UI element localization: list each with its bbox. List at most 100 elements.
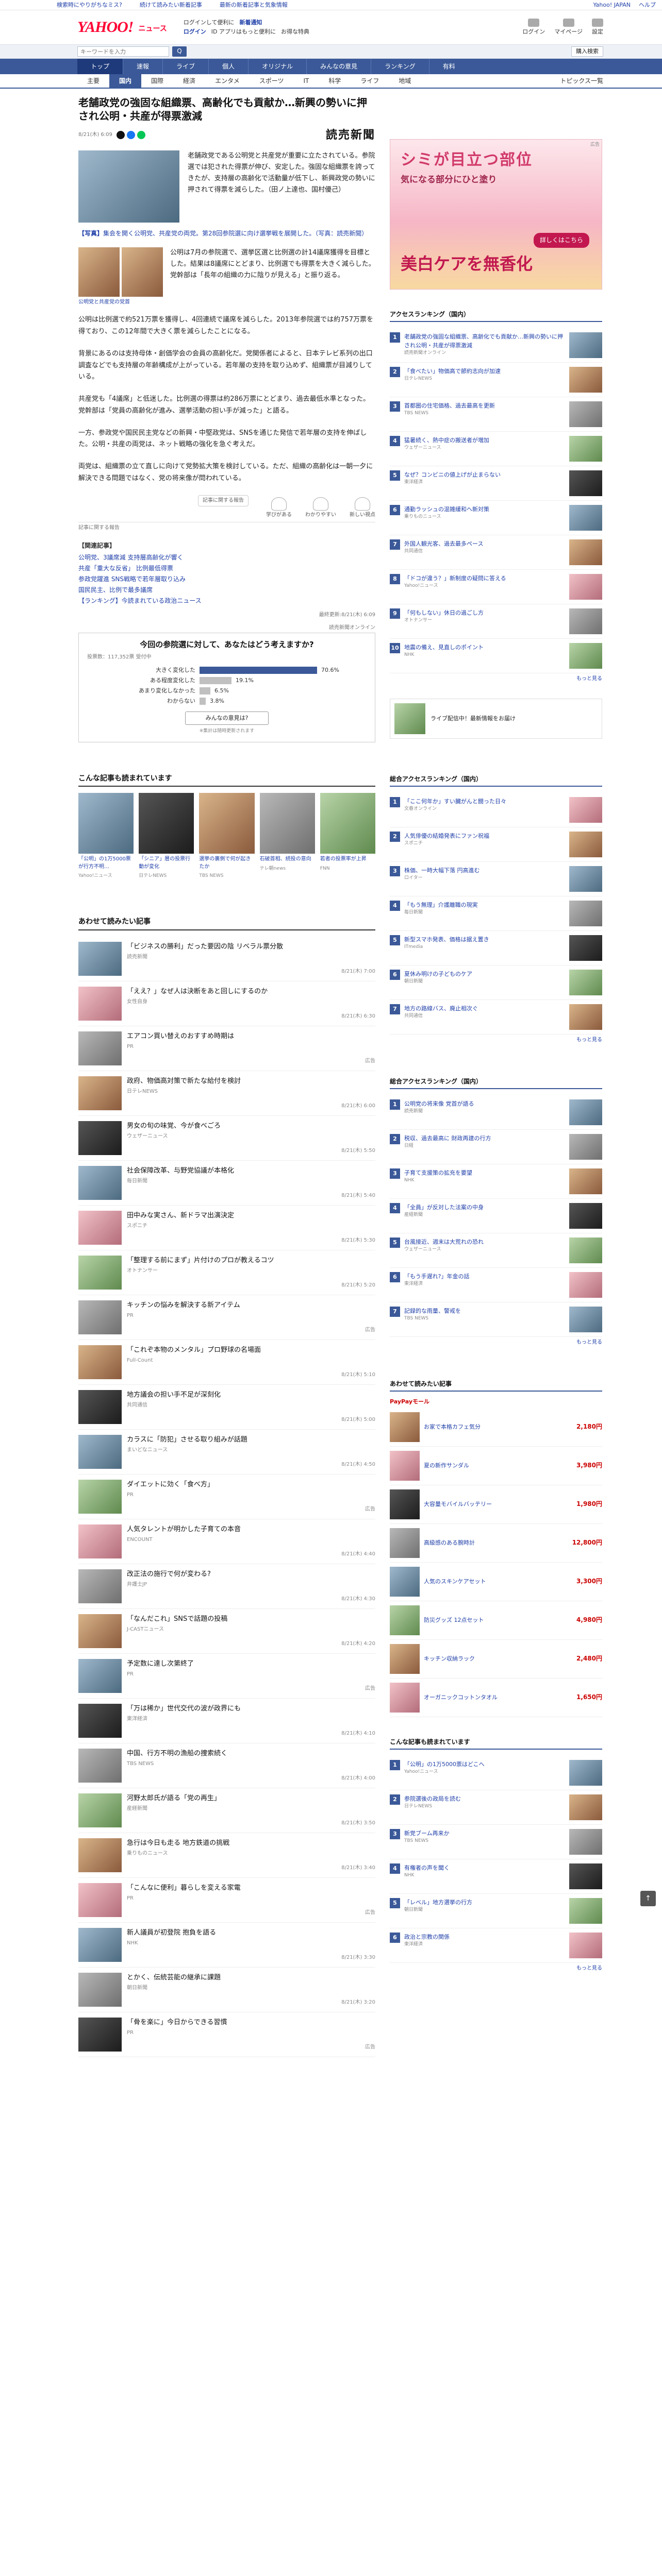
source-logo[interactable]: 読売新聞 [326,127,375,143]
nav-paid[interactable]: 有料 [429,59,469,74]
ranking-item[interactable]: 4 猛暑続く、熱中症の搬送者が増加 ウェザーニュース [390,432,602,467]
list-item[interactable]: 男女の旬の味覚、今が食べごろ ウェザーニュース 8/21(木) 5:50 [78,1116,375,1161]
nav-opinions[interactable]: みんなの意見 [307,59,372,74]
yahoo-logo[interactable]: YAHOO! [77,16,134,39]
line-share-icon[interactable] [137,130,145,139]
list-item[interactable]: 新人議員が初登院 抱負を語る NHK 8/21(木) 3:30 [78,1923,375,1968]
photo-caption[interactable]: 【写真】集会を開く公明党、共産党の両党。第28回参院選に向け選挙戦を展開した。（… [78,229,375,238]
list-item[interactable]: 中国、行方不明の漁船の捜索続く TBS NEWS 8/21(木) 4:00 [78,1743,375,1788]
ranking-item[interactable]: 7 記録的な雨量、警戒を TBS NEWS [390,1302,602,1337]
also-read-item[interactable]: 4 有権者の声を聞く NHK [390,1859,602,1894]
cat-economy[interactable]: 経済 [173,74,205,88]
list-item[interactable]: 河野太郎氏が語る「党の再生」 産経新聞 8/21(木) 3:50 [78,1788,375,1833]
list-item[interactable]: 急行は今日も走る 地方鉄道の挑戦 乗りものニュース 8/21(木) 3:40 [78,1833,375,1878]
nav-live[interactable]: ライブ [163,59,209,74]
ranking-item[interactable]: 7 外国人観光客、過去最多ペース 共同通信 [390,535,602,570]
cat-life[interactable]: ライフ [351,74,389,88]
list-item[interactable]: ダイエットに効く「食べ方」 PR 広告 [78,1475,375,1519]
ranking-item[interactable]: 6 通勤ラッシュの混雑緩和へ新対策 乗りものニュース [390,501,602,536]
list-item[interactable]: 「こんなに便利」暮らしを変える家電 PR 広告 [78,1878,375,1923]
back-to-top-button[interactable]: ↑ [640,1891,656,1906]
list-item[interactable]: 社会保障改革、与野党協議が本格化 毎日新聞 8/21(木) 5:40 [78,1161,375,1206]
also-read-item[interactable]: 1 「公明」の1万5000票はどこへ Yahoo!ニュース [390,1756,602,1791]
topics-list-link[interactable]: トピックス一覧 [560,74,603,88]
list-item[interactable]: 地方議会の担い手不足が深刻化 共同通信 8/21(木) 5:00 [78,1385,375,1430]
related-news-link[interactable]: 【ランキング】今読まれている政治ニュース [78,597,202,604]
nav-ranking[interactable]: ランキング [371,59,429,74]
shop-item[interactable]: 高級感のある腕時計 12,800円 [390,1524,602,1563]
provider-name[interactable]: 読売新聞オンライン [78,624,375,632]
ranking-item[interactable]: 10 地震の備え、見直しのポイント NHK [390,639,602,674]
live-promo[interactable]: ライブ配信中！最新情報をお届け [390,698,602,739]
recommended-item[interactable]: 「シニア」層の投票行動が変化 日テレNEWS [139,793,194,880]
mypage-button[interactable]: マイページ [554,19,583,36]
strip-link-3[interactable]: 最新の新着記事と気象情報 [220,1,288,9]
cat-it[interactable]: IT [293,74,319,88]
lead-photo[interactable] [78,150,179,223]
help-link[interactable]: ヘルプ [639,1,656,9]
search-button[interactable]: Q [172,46,187,57]
ranking-item[interactable]: 3 株価、一時大幅下落 円高進む ロイター [390,862,602,897]
sidebar-ad[interactable]: 広告 シミが目立つ部位 気になる部分にひと塗り 詳しくはこちら 美白ケアを無香化 [390,139,602,290]
shop-item[interactable]: 大容量モバイルバッテリー 1,980円 [390,1485,602,1524]
related-news-link[interactable]: 参政党躍進 SNS戦略で若年層取り込み [78,575,186,583]
shopping-brand[interactable]: PayPayモール [390,1398,602,1406]
react-newview-button[interactable]: 新しい視点 [350,497,375,519]
strip-link-1[interactable]: 検索時にやりがちなミス? [57,1,122,9]
yahoo-japan-link[interactable]: Yahoo! JAPAN [593,1,631,9]
list-item[interactable]: 人気タレントが明かした子育ての本音 ENCOUNT 8/21(木) 4:40 [78,1519,375,1564]
ranking-item[interactable]: 4 「全員」が反対した法案の中身 産経新聞 [390,1199,602,1234]
also-read-item[interactable]: 3 新党ブーム再来か TBS NEWS [390,1825,602,1860]
report-link[interactable]: 記事に関する報告 [78,524,375,532]
ranking-more-link[interactable]: もっと見る [390,1337,602,1349]
list-item[interactable]: 「なんだこれ」SNSで話題の投稿 J-CASTニュース 8/21(木) 4:20 [78,1609,375,1654]
notify-link[interactable]: 新着通知 [239,18,262,27]
cat-sports[interactable]: スポーツ [250,74,294,88]
related-news-link[interactable]: 共産「重大な反省」 比例最低得票 [78,565,173,572]
nav-individual[interactable]: 個人 [209,59,249,74]
shop-item[interactable]: 人気のスキンケアセット 3,300円 [390,1563,602,1601]
cat-international[interactable]: 国際 [141,74,173,88]
leader-photo-1[interactable] [78,247,120,297]
ranking-item[interactable]: 5 なぜ？コンビニの値上げが止まらない 東洋経済 [390,466,602,501]
ad-cta-button[interactable]: 詳しくはこちら [533,232,589,248]
list-item[interactable]: エアコン買い替えのおすすめ時期は PR 広告 [78,1026,375,1071]
ranking-item[interactable]: 9 「何もしない」休日の過ごし方 オトナンサー [390,604,602,639]
also-read-item[interactable]: 6 政治と宗教の関係 東洋経済 [390,1928,602,1963]
ranking-more-link[interactable]: もっと見る [390,1035,602,1046]
facebook-share-icon[interactable] [126,130,135,139]
list-item[interactable]: 予定数に達し次第終了 PR 広告 [78,1654,375,1699]
react-learn-button[interactable]: 学びがある [266,497,292,519]
poll-opinions-button[interactable]: みんなの意見は? [185,711,269,725]
ranking-item[interactable]: 4 「もう無理」介護離職の現実 毎日新聞 [390,896,602,931]
ranking-item[interactable]: 5 新型スマホ発表、価格は据え置き ITmedia [390,931,602,966]
also-read-item[interactable]: 2 参院選後の政局を読む 日テレNEWS [390,1790,602,1825]
list-item[interactable]: カラスに「防犯」させる取り組みが話題 まいどなニュース 8/21(木) 4:50 [78,1430,375,1475]
also-read-more-link[interactable]: もっと見る [390,1963,602,1975]
ranking-item[interactable]: 2 「食べたい」物価高で節約志向が加速 日テレNEWS [390,363,602,398]
leader-photo-2[interactable] [122,247,163,297]
cat-entertainment[interactable]: エンタメ [205,74,250,88]
settings-button[interactable]: 設定 [592,19,603,36]
shopping-search-button[interactable]: 購入検索 [571,46,603,57]
list-item[interactable]: 「ええ？」なぜ人は決断をあと回しにするのか 女性自身 8/21(木) 6:30 [78,981,375,1026]
poll-row[interactable]: わからない 3.8% [87,697,367,705]
related-news-link[interactable]: 国民民主、比例で最多議席 [78,586,153,594]
related-news-link[interactable]: 公明党、3議席減 支持層高齢化が響く [78,554,183,561]
recommended-item[interactable]: 石破首相、続投の意向 テレ朝news [259,793,315,880]
cat-science[interactable]: 科学 [319,74,351,88]
list-item[interactable]: 「これぞ本物のメンタル」プロ野球の名場面 Full-Count 8/21(木) 5:… [78,1340,375,1385]
recommended-item[interactable]: 選挙の裏側で何が起きたか TBS NEWS [199,793,255,880]
shop-item[interactable]: キッチン収納ラック 2,480円 [390,1640,602,1679]
list-item[interactable]: 「骨を楽に」今日からできる習慣 PR 広告 [78,2012,375,2057]
ranking-item[interactable]: 6 「もう手遅れ?」年金の話 東洋経済 [390,1268,602,1303]
also-read-item[interactable]: 5 「レベル」地方選挙の行方 朝日新聞 [390,1894,602,1929]
search-input[interactable] [77,46,169,57]
nav-original[interactable]: オリジナル [249,59,307,74]
ranking-item[interactable]: 5 台風接近、週末は大荒れの恐れ ウェザーニュース [390,1233,602,1268]
shop-item[interactable]: お家で本格カフェ気分 2,180円 [390,1408,602,1447]
list-item[interactable]: 「ビジネスの勝利」だった要因の陰 リベラル票分散 読売新聞 8/21(木) 7:00 [78,937,375,981]
ranking-item[interactable]: 1 老舗政党の強固な組織票、高齢化でも貢献か…新興の勢いに押され公明・共産が得票激… [390,328,602,363]
cat-domestic[interactable]: 国内 [109,74,142,88]
list-item[interactable]: とかく、伝統芸能の継承に課題 朝日新聞 8/21(木) 3:20 [78,1968,375,2012]
